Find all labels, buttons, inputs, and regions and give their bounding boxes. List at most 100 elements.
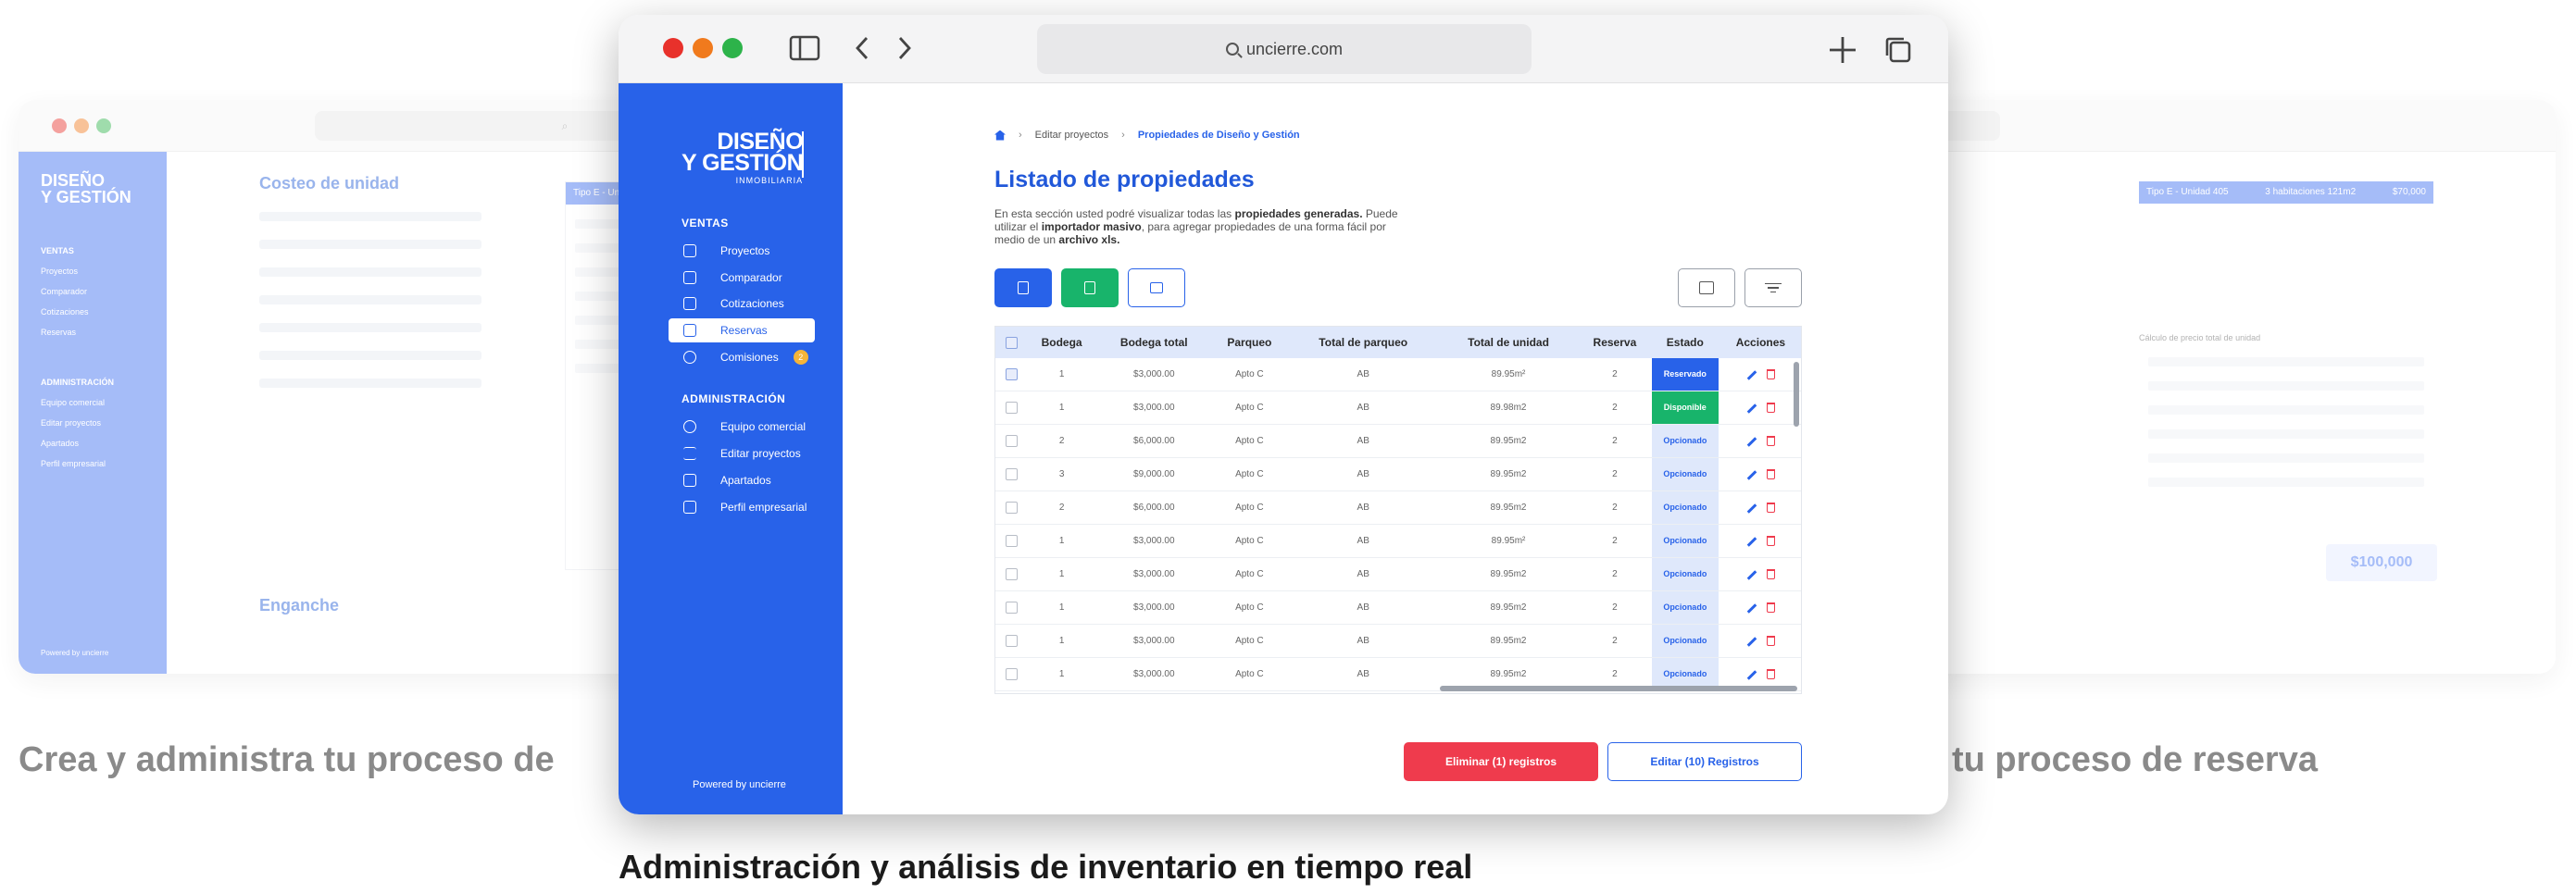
column-header[interactable]: Bodega [1027,327,1096,358]
row-checkbox[interactable] [1005,568,1018,580]
row-checkbox[interactable] [1005,368,1018,380]
table-row[interactable]: 3 $9,000.00 Apto C AB 89.95m2 2 Opcionado [995,457,1801,491]
row-checkbox[interactable] [1005,535,1018,547]
vertical-scrollbar[interactable] [1794,362,1799,427]
select-all-checkbox[interactable] [1005,337,1018,350]
edit-icon[interactable] [1746,437,1757,447]
table-row[interactable]: 1 $3,000.00 Apto C AB 89.95m² 2 Reservado [995,358,1801,391]
trash-icon[interactable] [1766,469,1775,479]
columns-button[interactable] [1678,268,1735,307]
sidebar-item-proyectos[interactable]: Proyectos [669,239,815,263]
status-badge: Opcionado [1651,425,1719,457]
tabs-overview-icon[interactable] [1883,35,1913,70]
brand-logo[interactable]: DISEÑO Y GESTIÓN INMOBILIARIA [682,130,804,186]
table-row[interactable]: 1 $3,000.00 Apto C AB 89.95m² 2 Opcionado [995,524,1801,558]
cell-total-unidad: 89.95m2 [1439,457,1578,491]
search-icon [1225,43,1239,56]
edit-icon[interactable] [1746,637,1757,647]
cell-bodega: 1 [1027,657,1097,691]
cell-parqueo: Apto C [1211,557,1288,591]
import-xls-button[interactable] [1061,268,1119,307]
minimize-window-button[interactable] [693,38,713,58]
column-header[interactable]: Total de parqueo [1287,327,1439,358]
cell-bodega: 1 [1027,524,1097,558]
cell-parqueo: Apto C [1211,457,1288,491]
row-checkbox[interactable] [1005,502,1018,514]
sidebar-toggle-icon[interactable] [789,35,820,67]
caption-right: tu proceso de reserva [1952,740,2318,779]
horizontal-scrollbar[interactable] [1440,686,1797,691]
column-header[interactable]: Estado [1652,327,1719,358]
column-header[interactable]: Reserva [1578,327,1652,358]
sidebar-item-comisiones[interactable]: Comisiones 2 [669,345,815,369]
delete-records-button[interactable]: Eliminar (1) registros [1404,742,1598,781]
edit-icon[interactable] [1746,670,1757,680]
row-checkbox[interactable] [1005,468,1018,480]
edit-icon[interactable] [1746,470,1757,480]
sidebar-item-editar-proyectos[interactable]: Editar proyectos [669,441,815,466]
lock-icon [683,474,696,487]
table-row[interactable]: 1 $3,000.00 Apto C AB 89.95m2 2 Opcionado [995,590,1801,625]
trash-icon[interactable] [1766,636,1775,646]
cell-bodega: 1 [1027,624,1097,658]
edit-icon[interactable] [1746,570,1757,580]
trash-icon[interactable] [1766,369,1775,379]
breadcrumb-editar-proyectos[interactable]: Editar proyectos [1035,130,1108,141]
sidebar-item-equipo-comercial[interactable]: Equipo comercial [669,415,815,439]
trash-icon[interactable] [1766,569,1775,579]
edit-icon[interactable] [1746,503,1757,514]
new-tab-icon[interactable] [1828,35,1857,70]
column-header[interactable]: Total de unidad [1439,327,1578,358]
cell-total-unidad: 89.95m2 [1439,490,1578,525]
forward-icon[interactable] [896,35,913,67]
edit-icon[interactable] [1746,370,1757,380]
sidebar-item-apartados[interactable]: Apartados [669,468,815,492]
edit-icon[interactable] [1746,404,1757,414]
trash-icon[interactable] [1766,669,1775,679]
cell-parqueo: Apto C [1211,424,1288,458]
sidebar-item-comparador[interactable]: Comparador [669,266,815,290]
row-checkbox[interactable] [1005,435,1018,447]
cell-parqueo: Apto C [1211,624,1288,658]
row-checkbox[interactable] [1005,668,1018,680]
cell-total-unidad: 89.95m2 [1439,624,1578,658]
edit-records-button[interactable]: Editar (10) Registros [1607,742,1802,781]
maximize-window-button[interactable] [722,38,743,58]
row-checkbox[interactable] [1005,402,1018,414]
edit-icon[interactable] [1746,537,1757,547]
trash-icon[interactable] [1766,403,1775,413]
column-header[interactable]: Parqueo [1211,327,1287,358]
trash-icon[interactable] [1766,536,1775,546]
address-bar[interactable]: uncierre.com [1037,24,1532,74]
row-checkbox[interactable] [1005,635,1018,647]
filter-button[interactable] [1744,268,1802,307]
background-left-logo: DISEÑO Y GESTIÓN [41,171,131,206]
close-window-button[interactable] [663,38,683,58]
cell-total-parqueo: AB [1287,557,1440,591]
cell-total-parqueo: AB [1287,490,1440,525]
sidebar-item-perfil-empresarial[interactable]: Perfil empresarial [669,495,815,519]
home-icon[interactable] [994,130,1006,141]
cell-bodega-total: $3,000.00 [1096,590,1212,625]
column-header[interactable]: Bodega total [1096,327,1211,358]
row-checkbox[interactable] [1005,602,1018,614]
table-row[interactable]: 2 $6,000.00 Apto C AB 89.95m2 2 Opcionado [995,424,1801,458]
address-url: uncierre.com [1245,39,1344,58]
table-row[interactable]: 2 $6,000.00 Apto C AB 89.95m2 2 Opcionado [995,490,1801,525]
new-property-button[interactable] [994,268,1052,307]
table-row[interactable]: 1 $3,000.00 Apto C AB 89.95m2 2 Opcionado [995,557,1801,591]
table-row[interactable]: 1 $3,000.00 Apto C AB 89.98m2 2 Disponible [995,391,1801,425]
trash-icon[interactable] [1766,602,1775,613]
sidebar-item-reservas[interactable]: Reservas [669,318,815,342]
trash-icon[interactable] [1766,436,1775,446]
edit-icon[interactable] [1746,603,1757,614]
breadcrumb: › Editar proyectos › Propiedades de Dise… [994,130,1300,141]
table-row[interactable]: 1 $3,000.00 Apto C AB 89.95m2 2 Opcionado [995,624,1801,658]
compare-icon [683,271,696,284]
cell-reserva: 2 [1578,424,1652,458]
image-upload-button[interactable] [1128,268,1185,307]
trash-icon[interactable] [1766,503,1775,513]
sidebar-item-cotizaciones[interactable]: Cotizaciones [669,292,815,316]
cell-total-parqueo: AB [1287,358,1440,391]
back-icon[interactable] [854,35,870,67]
